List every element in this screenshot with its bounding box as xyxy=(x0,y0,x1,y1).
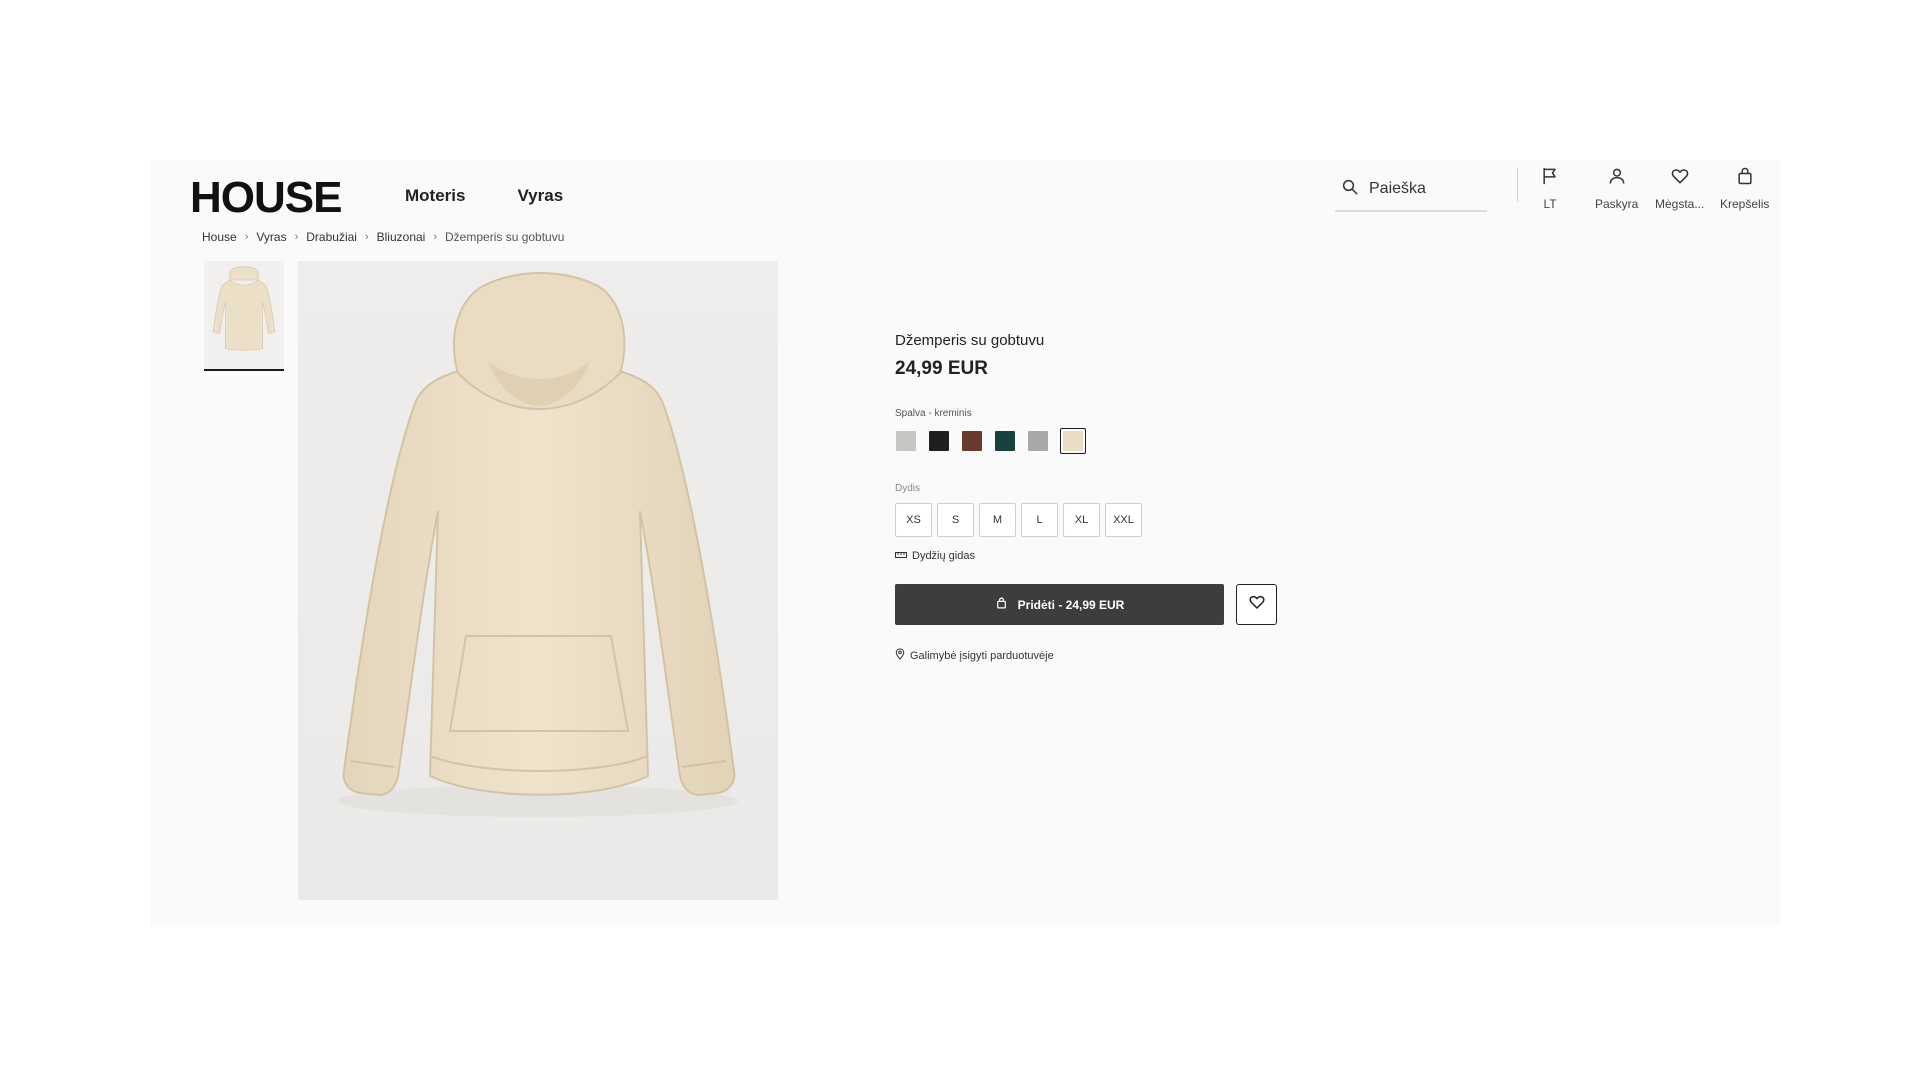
product-image[interactable] xyxy=(298,261,778,900)
search-icon xyxy=(1341,178,1359,201)
color-label: Spalva - kreminis xyxy=(895,408,972,419)
cart-label: Krepšelis xyxy=(1720,197,1770,211)
chevron-right-icon: › xyxy=(364,231,369,243)
color-swatch-cream-selected[interactable] xyxy=(1060,428,1086,454)
swatch-fill xyxy=(1063,431,1083,451)
breadcrumb-current: Džemperis su gobtuvu xyxy=(445,230,565,244)
size-xl-button[interactable]: XL xyxy=(1063,503,1100,537)
add-to-wishlist-button[interactable] xyxy=(1236,584,1277,625)
breadcrumb-vyras[interactable]: Vyras xyxy=(256,230,286,244)
breadcrumb-house[interactable]: House xyxy=(202,230,237,244)
swatch-fill xyxy=(929,431,949,451)
user-icon xyxy=(1607,166,1627,191)
search-input[interactable]: Paieška xyxy=(1335,168,1487,212)
nav-item-moteris[interactable]: Moteris xyxy=(405,176,465,216)
main-nav: Moteris Vyras xyxy=(405,176,563,216)
size-xxl-button[interactable]: XXL xyxy=(1105,503,1142,537)
account-button[interactable]: Paskyra xyxy=(1595,166,1638,211)
size-s-button[interactable]: S xyxy=(937,503,974,537)
add-to-cart-button[interactable]: Pridėti - 24,99 EUR xyxy=(895,584,1224,625)
breadcrumb: House › Vyras › Drabužiai › Bliuzonai › … xyxy=(202,230,564,244)
size-xs-button[interactable]: XS xyxy=(895,503,932,537)
bag-icon xyxy=(995,596,1008,613)
color-swatches xyxy=(895,428,1086,454)
product-price: 24,99 EUR xyxy=(895,358,988,379)
language-label: LT xyxy=(1543,197,1557,211)
size-options: XS S M L XL XXL xyxy=(895,503,1142,537)
ruler-icon xyxy=(895,550,907,562)
product-title: Džemperis su gobtuvu xyxy=(895,332,1045,349)
heart-icon xyxy=(1670,166,1690,191)
heart-icon xyxy=(1248,593,1266,616)
size-m-button[interactable]: M xyxy=(979,503,1016,537)
breadcrumb-drabuziai[interactable]: Drabužiai xyxy=(306,230,357,244)
color-swatch-dark-teal[interactable] xyxy=(994,430,1016,452)
favorites-button[interactable]: Mėgsta... xyxy=(1655,166,1704,211)
color-swatch-black[interactable] xyxy=(928,430,950,452)
bag-icon xyxy=(1735,166,1755,191)
size-guide-link[interactable]: Dydžių gidas xyxy=(895,550,975,562)
flag-icon xyxy=(1540,166,1560,191)
hoodie-image xyxy=(338,271,738,817)
swatch-fill xyxy=(896,431,916,451)
cart-button[interactable]: Krepšelis xyxy=(1720,166,1769,211)
account-label: Paskyra xyxy=(1595,197,1639,211)
breadcrumb-bliuzonai[interactable]: Bliuzonai xyxy=(377,230,426,244)
size-guide-label: Dydžių gidas xyxy=(912,550,975,562)
chevron-right-icon: › xyxy=(433,231,438,243)
size-l-button[interactable]: L xyxy=(1021,503,1058,537)
swatch-fill xyxy=(995,431,1015,451)
color-swatch-brown[interactable] xyxy=(961,430,983,452)
hoodie-thumbnail-image xyxy=(212,266,276,351)
thumbnail-active-indicator xyxy=(204,369,284,371)
house-logo[interactable]: HOUSE xyxy=(190,170,342,226)
chevron-right-icon: › xyxy=(244,231,249,243)
header-divider xyxy=(1517,168,1518,202)
add-to-cart-label: Pridėti - 24,99 EUR xyxy=(1017,597,1125,612)
color-swatch-light-grey[interactable] xyxy=(895,430,917,452)
favorites-label: Mėgsta... xyxy=(1655,197,1705,211)
nav-item-vyras[interactable]: Vyras xyxy=(517,176,563,216)
store-availability-label: Galimybė įsigyti parduotuvėje xyxy=(910,649,1054,662)
color-swatch-grey[interactable] xyxy=(1027,430,1049,452)
language-button[interactable]: LT xyxy=(1540,166,1560,211)
store-availability[interactable]: Galimybė įsigyti parduotuvėje xyxy=(895,648,1054,663)
swatch-fill xyxy=(1028,431,1048,451)
product-thumbnail[interactable] xyxy=(204,261,284,371)
location-pin-icon xyxy=(895,648,905,663)
chevron-right-icon: › xyxy=(294,231,299,243)
search-placeholder: Paieška xyxy=(1369,180,1426,197)
size-label: Dydis xyxy=(895,483,921,494)
page-frame: HOUSE Moteris Vyras Paieška LT Paskyra M… xyxy=(150,160,1780,925)
swatch-fill xyxy=(962,431,982,451)
